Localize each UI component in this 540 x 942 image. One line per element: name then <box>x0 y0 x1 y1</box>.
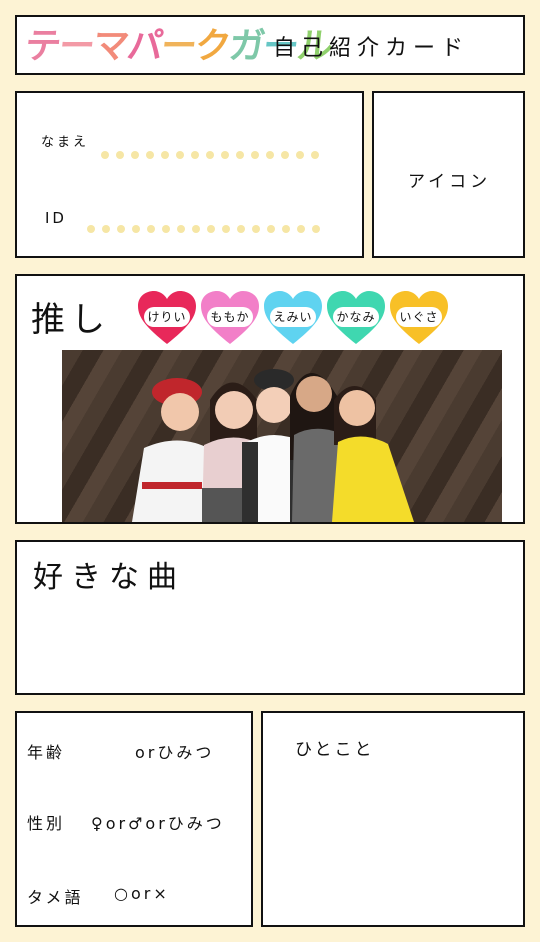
oshi-box: 推し けりい ももか えみい かなみ いぐさ <box>15 274 525 524</box>
comment-title: ひとこと <box>295 740 375 760</box>
age-label: 年齢 <box>27 743 66 762</box>
id-label: ID <box>45 209 67 227</box>
member-heart: ももか <box>200 290 260 346</box>
favorite-song-box: 好きな曲 <box>15 540 525 695</box>
member-heart: けりい <box>137 290 197 346</box>
name-id-box: なまえ ID <box>15 91 364 258</box>
member-heart: いぐさ <box>389 290 449 346</box>
logo-char: マ <box>90 26 130 67</box>
group-photo-illustration <box>132 369 414 522</box>
logo-char: ガ <box>226 26 266 67</box>
logo-char: ー <box>56 26 96 67</box>
logo-char: パ <box>124 26 164 67</box>
group-photo <box>62 350 502 522</box>
member-name: かなみ <box>333 307 379 327</box>
name-label: なまえ <box>41 135 90 150</box>
member-hearts: けりい ももか えみい かなみ いぐさ <box>137 290 449 346</box>
member-name: けりい <box>144 307 190 327</box>
logo-char: ー <box>158 26 198 67</box>
icon-box: アイコン <box>372 91 525 258</box>
comment-box: ひとこと <box>261 711 525 927</box>
logo-char: テ <box>22 26 62 67</box>
icon-label: アイコン <box>408 172 492 192</box>
info-box: 年齢 orひみつ 性別 ♀or♂orひみつ タメ語 ○or× <box>15 711 253 927</box>
card-title: 自己紹介カード <box>273 36 470 61</box>
name-dotted-line <box>101 151 319 159</box>
gender-label: 性別 <box>27 814 66 833</box>
member-name: いぐさ <box>396 307 442 327</box>
logo-char: ク <box>192 26 232 67</box>
tame-value: ○or× <box>114 884 170 903</box>
member-heart: かなみ <box>326 290 386 346</box>
member-heart: えみい <box>263 290 323 346</box>
age-value: orひみつ <box>135 743 215 762</box>
id-dotted-line <box>87 225 320 233</box>
favorite-song-title: 好きな曲 <box>33 560 185 595</box>
member-name: えみい <box>270 307 316 327</box>
gender-value: ♀or♂orひみつ <box>91 814 225 833</box>
header-box: テーマパークガール 自己紹介カード <box>15 15 525 75</box>
member-name: ももか <box>207 307 253 327</box>
oshi-title: 推し <box>31 300 111 340</box>
tame-label: タメ語 <box>27 888 84 907</box>
